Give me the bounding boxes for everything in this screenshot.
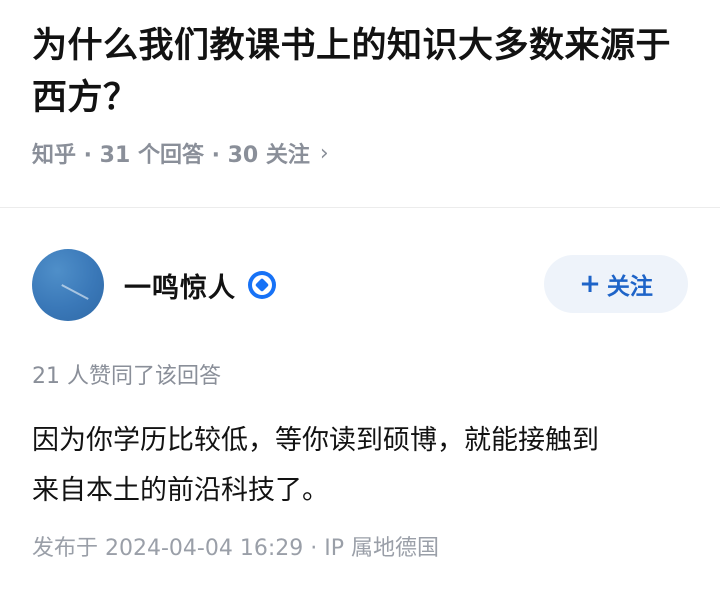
- author-info: 一鸣惊人: [124, 262, 276, 308]
- answer-content: 因为你学历比较低，等你读到硕博，就能接触到 来自本土的前沿科技了。: [32, 416, 682, 516]
- avatar[interactable]: [32, 249, 104, 321]
- question-meta-text: 知乎 · 31 个回答 · 30 关注: [32, 143, 310, 168]
- answer-publish-info: 发布于 2024-04-04 16:29 · IP 属地德国: [32, 536, 439, 561]
- upvote-count: 21 人赞同了该回答: [32, 364, 221, 389]
- avatar-streak: [61, 284, 89, 300]
- question-meta-link[interactable]: 知乎 · 31 个回答 · 30 关注 ›: [32, 135, 329, 171]
- verified-badge-icon: [248, 271, 276, 299]
- follow-button-label: 关注: [606, 274, 653, 300]
- author-name[interactable]: 一鸣惊人: [124, 266, 236, 305]
- chevron-right-icon: ›: [319, 140, 329, 166]
- question-title[interactable]: 为什么我们教课书上的知识大多数来源于西方？: [32, 20, 682, 124]
- answer-paragraph: 因为你学历比较低，等你读到硕博，就能接触到: [32, 425, 599, 456]
- section-divider: [0, 207, 720, 208]
- answer-paragraph: 来自本土的前沿科技了。: [32, 475, 329, 506]
- follow-button[interactable]: + 关注: [544, 255, 688, 313]
- plus-icon: +: [579, 269, 601, 299]
